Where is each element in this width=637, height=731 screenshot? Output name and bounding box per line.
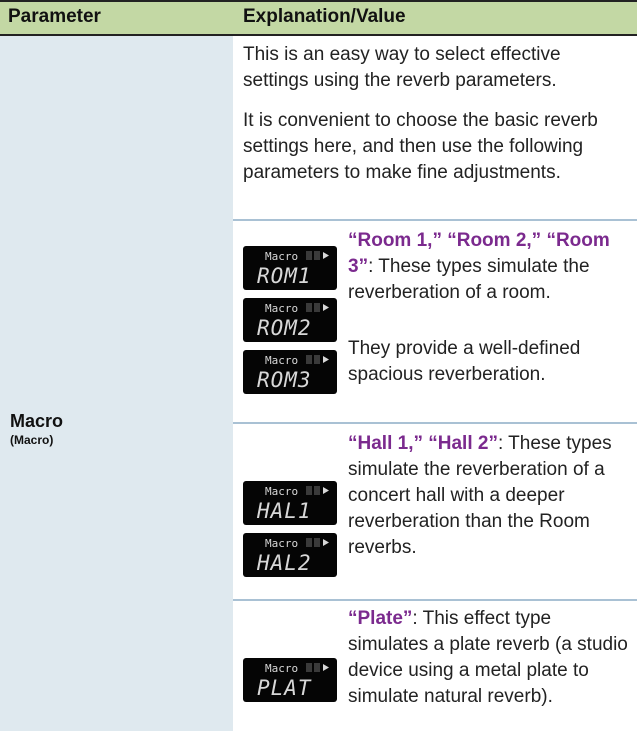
lcd-value: ROM1: [257, 264, 312, 288]
lcd-display-room2: Macro ROM2: [243, 298, 337, 342]
play-arrow-icon: [323, 487, 329, 494]
row-divider: [233, 599, 637, 601]
lcd-display-room3: Macro ROM3: [243, 350, 337, 394]
lcd-value: PLAT: [257, 676, 312, 700]
lcd-segment: [314, 355, 320, 364]
play-arrow-icon: [323, 356, 329, 363]
hall-description: “Hall 1,” “Hall 2”: These types simulate…: [348, 431, 633, 561]
hall-title: “Hall 1,” “Hall 2”: [348, 433, 498, 454]
lcd-segment: [314, 251, 320, 260]
lcd-label: Macro: [265, 485, 298, 498]
header-explanation: Explanation/Value: [243, 6, 406, 27]
intro-paragraph-1: This is an easy way to select effective …: [243, 44, 561, 91]
lcd-display-plate: Macro PLAT: [243, 658, 337, 702]
room-description: “Room 1,” “Room 2,” “Room 3”: These type…: [348, 228, 633, 306]
lcd-segment: [314, 486, 320, 495]
lcd-value: HAL2: [256, 551, 312, 575]
room-extra: They provide a well-defined spacious rev…: [348, 338, 581, 385]
play-arrow-icon: [323, 252, 329, 259]
lcd-value: HAL1: [256, 499, 312, 523]
header-parameter: Parameter: [8, 6, 101, 27]
plate-description: “Plate”: This effect type simulates a pl…: [348, 606, 633, 710]
lcd-segment: [306, 251, 312, 260]
lcd-value: ROM3: [257, 368, 312, 392]
lcd-segment: [314, 538, 320, 547]
lcd-label: Macro: [265, 537, 298, 550]
lcd-screen: MacroROM2: [257, 302, 329, 340]
lcd-label: Macro: [265, 302, 298, 315]
parameter-title: Macro: [10, 411, 64, 431]
plate-title: “Plate”: [348, 608, 413, 629]
lcd-segment: [306, 355, 312, 364]
lcd-value: ROM2: [257, 316, 312, 340]
lcd-screen: MacroROM3: [257, 354, 329, 392]
room-desc: : These types simulate the reverberation…: [348, 256, 590, 303]
lcd-segment: [314, 663, 320, 672]
lcd-segment: [306, 486, 312, 495]
lcd-segment: [306, 303, 312, 312]
lcd-label: Macro: [265, 662, 298, 675]
row-divider: [233, 219, 637, 221]
parameter-cell: Macro (Macro): [0, 36, 233, 731]
intro-paragraph-2: It is convenient to choose the basic rev…: [243, 110, 598, 183]
parameter-name: Macro (Macro): [10, 411, 63, 447]
play-arrow-icon: [323, 539, 329, 546]
lcd-segment: [314, 303, 320, 312]
lcd-display-hall1: Macro HAL1: [243, 481, 337, 525]
lcd-screen: MacroHAL2: [256, 537, 329, 575]
lcd-label: Macro: [265, 250, 298, 263]
lcd-screen: MacroHAL1: [256, 485, 329, 523]
row-divider: [233, 422, 637, 424]
play-arrow-icon: [323, 304, 329, 311]
parameter-subtitle: (Macro): [10, 433, 54, 447]
lcd-screen: MacroPLAT: [257, 662, 329, 700]
lcd-display-room1: Macro ROM1: [243, 246, 337, 290]
lcd-segment: [306, 663, 312, 672]
lcd-screen: MacroROM1: [257, 250, 329, 288]
lcd-label: Macro: [265, 354, 298, 367]
table-header: Parameter Explanation/Value: [0, 0, 637, 36]
play-arrow-icon: [323, 664, 329, 671]
lcd-display-hall2: Macro HAL2: [243, 533, 337, 577]
lcd-segment: [306, 538, 312, 547]
parameter-table: Parameter Explanation/Value Macro (Macro…: [0, 0, 637, 731]
